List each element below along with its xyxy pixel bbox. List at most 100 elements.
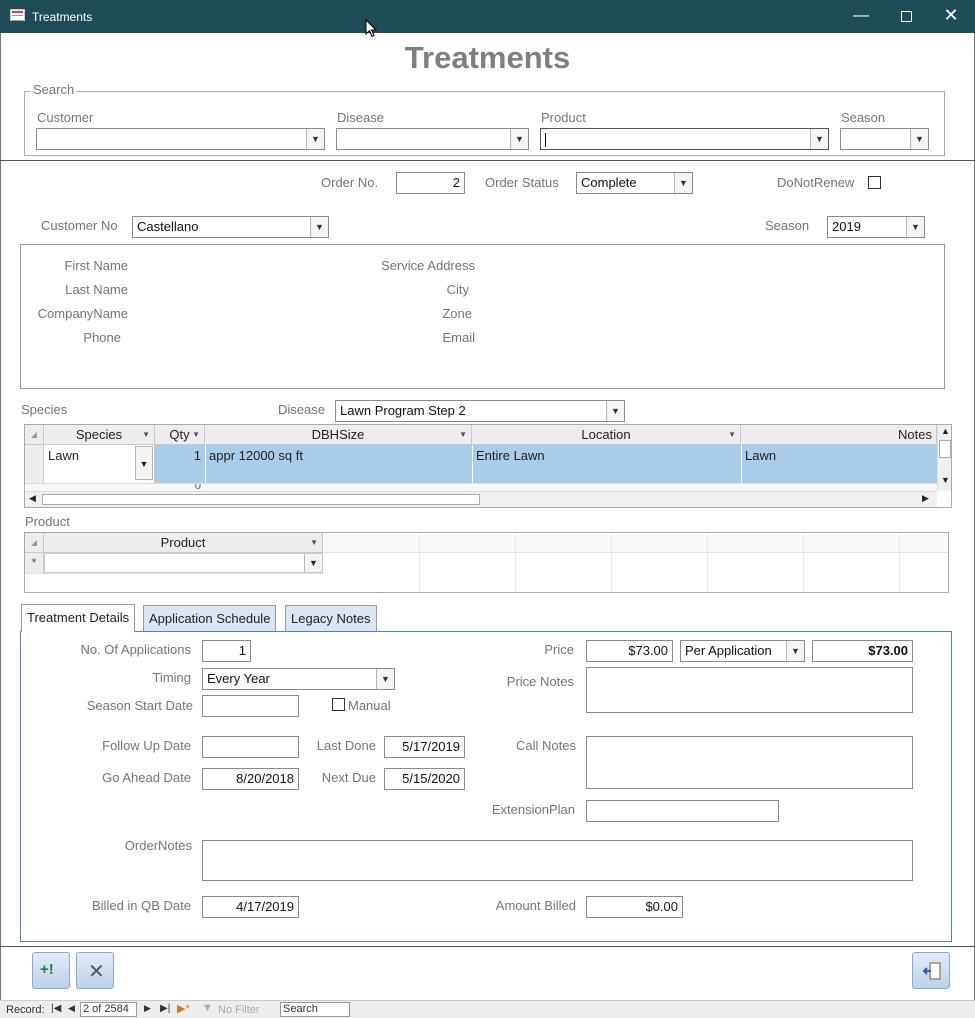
chevron-down-icon[interactable]: ▼ bbox=[510, 129, 528, 149]
chevron-down-icon[interactable]: ▼ bbox=[786, 641, 804, 661]
chevron-down-icon[interactable]: ▼ bbox=[810, 129, 828, 149]
call-notes-field[interactable] bbox=[586, 736, 913, 789]
tab-legacy-notes[interactable]: Legacy Notes bbox=[285, 605, 377, 631]
next-record-icon[interactable]: ▶ bbox=[144, 1003, 151, 1014]
scroll-left-icon[interactable]: ◀ bbox=[29, 493, 36, 504]
horizontal-scrollbar[interactable]: ◀ ▶ bbox=[25, 491, 937, 507]
price-field[interactable]: $73.00 bbox=[586, 640, 673, 662]
select-all-corner[interactable]: ◢ bbox=[25, 533, 44, 552]
go-ahead-field[interactable]: 8/20/2018 bbox=[202, 768, 299, 790]
scroll-up-icon[interactable]: ▲ bbox=[941, 426, 950, 436]
chevron-down-icon[interactable]: ▼ bbox=[910, 129, 928, 149]
order-status-label: Order Status bbox=[485, 175, 559, 190]
record-position-field[interactable]: 2 of 2584 bbox=[80, 1002, 137, 1017]
species-value: Lawn bbox=[48, 448, 80, 463]
chevron-down-icon[interactable]: ▼ bbox=[306, 129, 324, 149]
order-status-combo[interactable]: Complete ▼ bbox=[576, 172, 693, 194]
col-qty[interactable]: Qty ▼ bbox=[155, 425, 205, 444]
search-group-label: Search bbox=[30, 82, 78, 97]
col-qty-label: Qty bbox=[169, 427, 190, 442]
col-location[interactable]: Location ▼ bbox=[472, 425, 741, 444]
vertical-scrollbar[interactable]: ▲ ▼ bbox=[937, 425, 951, 491]
order-season-combo[interactable]: 2019 ▼ bbox=[827, 216, 925, 238]
call-notes-label: Call Notes bbox=[516, 738, 576, 753]
donotrenew-label: DoNotRenew bbox=[777, 175, 855, 190]
tab-treatment-details[interactable]: Treatment Details bbox=[21, 604, 136, 632]
cell-divider bbox=[741, 445, 742, 483]
sort-arrow-icon[interactable]: ▼ bbox=[728, 425, 736, 444]
applications-label: No. Of Applications bbox=[80, 642, 191, 657]
chevron-down-icon[interactable]: ▼ bbox=[304, 554, 322, 572]
scrollbar-thumb[interactable] bbox=[939, 440, 951, 458]
col-product[interactable]: Product ▼ bbox=[44, 533, 323, 552]
add-record-button[interactable]: +! bbox=[32, 952, 70, 989]
no-filter-label[interactable]: No Filter bbox=[218, 1004, 260, 1016]
search-season-combo[interactable]: ▼ bbox=[840, 128, 929, 150]
col-notes[interactable]: Notes bbox=[741, 425, 937, 444]
order-no-field[interactable]: 2 bbox=[396, 172, 465, 194]
last-done-field[interactable]: 5/17/2019 bbox=[384, 736, 465, 758]
previous-record-icon[interactable]: ◀ bbox=[68, 1003, 75, 1014]
sort-arrow-icon[interactable]: ▼ bbox=[459, 425, 467, 444]
col-species[interactable]: Species ▼ bbox=[44, 425, 155, 444]
price-notes-field[interactable] bbox=[586, 667, 913, 713]
next-due-field[interactable]: 5/15/2020 bbox=[384, 768, 465, 790]
applications-field[interactable]: 1 bbox=[202, 640, 251, 662]
new-record-marker[interactable]: * bbox=[25, 553, 44, 573]
new-row[interactable]: 0 bbox=[25, 483, 937, 491]
follow-up-label: Follow Up Date bbox=[102, 738, 191, 753]
chevron-down-icon[interactable]: ▼ bbox=[376, 669, 394, 689]
record-label: Record: bbox=[6, 1004, 45, 1016]
manual-checkbox[interactable] bbox=[332, 698, 345, 711]
city-label: City bbox=[446, 282, 469, 297]
exit-form-button[interactable] bbox=[912, 952, 950, 989]
chevron-down-icon[interactable]: ▼ bbox=[606, 401, 624, 421]
timing-combo[interactable]: Every Year ▼ bbox=[202, 668, 395, 690]
season-start-field[interactable] bbox=[202, 695, 299, 717]
tab-application-schedule[interactable]: Application Schedule bbox=[143, 605, 277, 631]
customer-no-combo[interactable]: Castellano ▼ bbox=[132, 216, 329, 238]
sort-arrow-icon[interactable]: ▼ bbox=[310, 533, 318, 552]
species-grid-header: ◢ Species ▼ Qty ▼ DBHSize ▼ Location ▼ Notes bbox=[25, 425, 937, 445]
scroll-down-icon[interactable]: ▼ bbox=[941, 475, 950, 485]
first-record-icon[interactable]: |◀ bbox=[51, 1003, 61, 1014]
species-disease-combo[interactable]: Lawn Program Step 2 ▼ bbox=[335, 400, 625, 422]
search-customer-combo[interactable]: ▼ bbox=[36, 128, 325, 150]
select-all-corner[interactable]: ◢ bbox=[25, 425, 44, 444]
scrollbar-thumb[interactable] bbox=[42, 494, 480, 505]
footer-divider bbox=[0, 946, 975, 947]
table-row-species-cell[interactable]: Lawn ▼ bbox=[44, 445, 155, 483]
search-disease-combo[interactable]: ▼ bbox=[336, 128, 529, 150]
follow-up-field[interactable] bbox=[202, 736, 299, 758]
new-record-icon[interactable]: ▶* bbox=[177, 1002, 190, 1015]
sort-arrow-icon[interactable]: ▼ bbox=[192, 425, 200, 444]
sort-arrow-icon[interactable]: ▼ bbox=[142, 425, 150, 444]
col-dbhsize[interactable]: DBHSize ▼ bbox=[205, 425, 472, 444]
table-row[interactable]: 1 appr 12000 sq ft Entire Lawn Lawn bbox=[155, 445, 937, 483]
amount-billed-field[interactable]: $0.00 bbox=[586, 896, 683, 918]
last-record-icon[interactable]: ▶| bbox=[160, 1003, 170, 1014]
scroll-right-icon[interactable]: ▶ bbox=[922, 493, 929, 504]
add-icon: +! bbox=[40, 961, 54, 978]
delete-record-button[interactable]: ✕ bbox=[76, 952, 114, 989]
chevron-down-icon[interactable]: ▼ bbox=[906, 217, 924, 237]
search-box[interactable]: Search bbox=[280, 1002, 350, 1017]
extension-plan-label: ExtensionPlan bbox=[491, 802, 575, 817]
billed-qb-field[interactable]: 4/17/2019 bbox=[202, 896, 299, 918]
grid-line bbox=[25, 573, 323, 574]
order-notes-field[interactable] bbox=[202, 840, 913, 881]
close-icon[interactable]: ✕ bbox=[928, 0, 974, 33]
chevron-down-icon[interactable]: ▼ bbox=[310, 217, 328, 237]
extension-plan-field[interactable] bbox=[586, 800, 779, 822]
price-total-field[interactable]: $73.00 bbox=[812, 640, 913, 662]
price-basis-combo[interactable]: Per Application ▼ bbox=[680, 640, 805, 662]
last-done-label: Last Done bbox=[316, 738, 376, 753]
row-selector[interactable] bbox=[25, 445, 44, 483]
minimize-icon[interactable]: — bbox=[838, 0, 884, 33]
maximize-icon[interactable] bbox=[883, 0, 929, 33]
product-new-combo[interactable]: ▼ bbox=[44, 553, 323, 573]
search-product-combo[interactable]: ▼ bbox=[540, 128, 829, 150]
chevron-down-icon[interactable]: ▼ bbox=[674, 173, 692, 193]
donotrenew-checkbox[interactable] bbox=[868, 176, 881, 189]
chevron-down-icon[interactable]: ▼ bbox=[135, 446, 153, 480]
